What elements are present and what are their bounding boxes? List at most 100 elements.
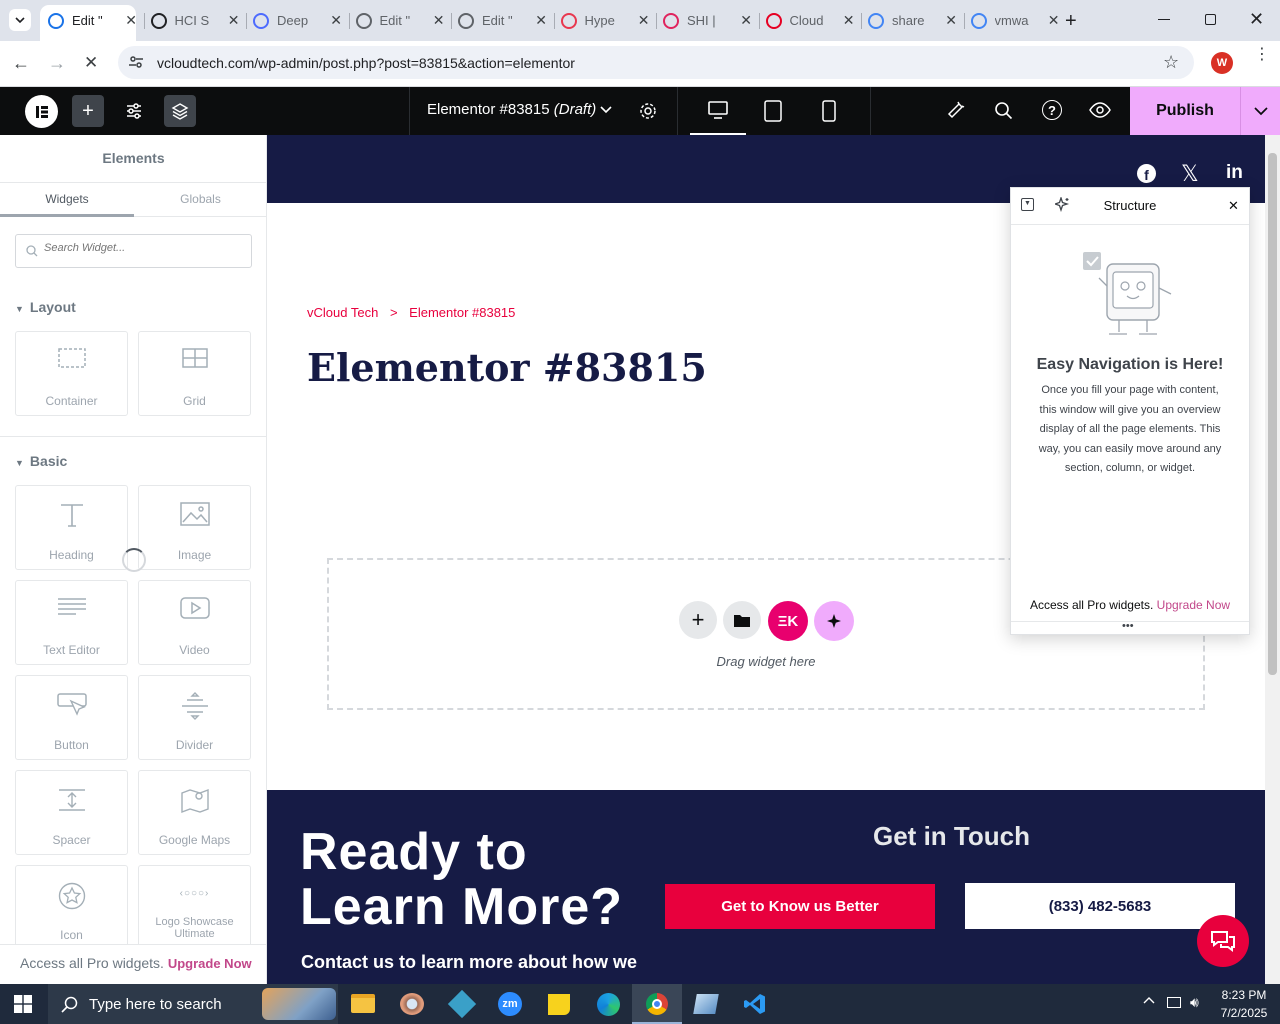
restore-button[interactable] — [1205, 14, 1216, 25]
tab-close-icon[interactable]: ✕ — [843, 12, 855, 29]
tab-close-icon[interactable]: ✕ — [535, 12, 547, 29]
widget-spacer[interactable]: Spacer — [15, 770, 128, 855]
profile-avatar[interactable]: W — [1211, 52, 1233, 74]
get-to-know-button[interactable]: Get to Know us Better — [665, 884, 935, 929]
widget-logo-showcase[interactable]: ‹○○○› Logo Showcase Ultimate — [138, 865, 251, 950]
start-button[interactable] — [14, 995, 32, 1013]
linkedin-icon[interactable]: in — [1226, 162, 1243, 184]
add-section-button[interactable]: + — [679, 601, 717, 639]
tab-globals[interactable]: Globals — [134, 192, 266, 206]
breadcrumb-home-link[interactable]: vCloud Tech — [307, 305, 378, 320]
x-twitter-icon[interactable]: 𝕏 — [1181, 161, 1199, 187]
resize-handle-icon[interactable]: ••• — [1122, 620, 1134, 632]
widget-google-maps[interactable]: Google Maps — [138, 770, 251, 855]
widget-icon[interactable]: Icon — [15, 865, 128, 950]
new-tab-button[interactable]: + — [1065, 10, 1077, 33]
browser-tab[interactable]: SHI | ✕ — [663, 8, 752, 33]
publish-button[interactable]: Publish — [1130, 87, 1240, 135]
browser-tab[interactable]: Hype ✕ — [560, 8, 650, 33]
upgrade-now-link[interactable]: Upgrade Now — [1157, 598, 1230, 612]
tab-widgets[interactable]: Widgets — [0, 192, 134, 206]
elementskit-button[interactable]: ΞK — [768, 601, 808, 641]
clock-date[interactable]: 7/2/2025 — [1214, 1006, 1274, 1020]
add-template-button[interactable] — [723, 601, 761, 639]
facebook-icon[interactable]: f — [1137, 164, 1156, 183]
search-widget-field[interactable] — [15, 234, 252, 268]
chat-widget-button[interactable] — [1197, 915, 1249, 967]
canvas-scrollbar[interactable] — [1265, 135, 1280, 984]
tab-close-icon[interactable]: ✕ — [125, 12, 137, 29]
url-text[interactable]: vcloudtech.com/wp-admin/post.php?post=83… — [157, 55, 575, 71]
zoom-icon[interactable]: zm — [498, 992, 522, 1016]
structure-button[interactable] — [164, 95, 196, 127]
phone-button[interactable]: (833) 482-5683 — [965, 883, 1235, 929]
close-icon[interactable]: ✕ — [1228, 198, 1239, 214]
browser-tab[interactable]: Cloud ✕ — [765, 8, 855, 33]
page-settings-gear-icon[interactable] — [638, 101, 658, 121]
upgrade-now-link[interactable]: Upgrade Now — [168, 956, 252, 971]
widget-button[interactable]: Button — [15, 675, 128, 760]
chrome-icon[interactable] — [646, 993, 668, 1015]
device-tablet-button[interactable] — [764, 100, 782, 122]
document-title[interactable]: Elementor #83815 (Draft) — [427, 101, 596, 118]
whats-new-icon[interactable] — [946, 100, 966, 120]
widget-container[interactable]: Container — [15, 331, 128, 416]
network-icon[interactable] — [1167, 997, 1181, 1008]
forward-icon[interactable]: → — [48, 53, 66, 74]
tab-close-icon[interactable]: ✕ — [330, 12, 342, 29]
tab-search-button[interactable] — [9, 9, 31, 31]
browser-tab[interactable]: Deep ✕ — [253, 8, 342, 33]
document-menu-chevron-icon[interactable] — [600, 105, 612, 115]
widget-image[interactable]: Image — [138, 485, 251, 570]
site-settings-button[interactable] — [118, 95, 150, 127]
page-title[interactable]: Elementor #83815 — [307, 345, 707, 390]
elementor-logo-button[interactable] — [25, 95, 58, 128]
tab-close-icon[interactable]: ✕ — [1048, 12, 1060, 29]
close-window-button[interactable]: ✕ — [1249, 9, 1264, 30]
site-info-icon[interactable] — [128, 54, 144, 70]
snipping-tool-icon[interactable] — [400, 993, 424, 1015]
browser-tab[interactable]: HCI S ✕ — [150, 8, 240, 33]
spacer-icon — [58, 789, 85, 811]
browser-tab[interactable]: share ✕ — [868, 8, 957, 33]
preview-eye-icon[interactable] — [1089, 101, 1111, 119]
remote-app-icon[interactable] — [693, 994, 719, 1014]
widget-video[interactable]: Video — [138, 580, 251, 665]
widget-text-editor[interactable]: Text Editor — [15, 580, 128, 665]
tab-close-icon[interactable]: ✕ — [740, 12, 752, 29]
search-icon[interactable] — [994, 101, 1013, 120]
device-mobile-button[interactable] — [822, 100, 836, 122]
basic-section-header[interactable]: ▼ Basic — [15, 453, 67, 469]
tab-close-icon[interactable]: ✕ — [433, 12, 445, 29]
browser-tab[interactable]: Edit " ✕ — [458, 8, 547, 33]
scrollbar-thumb[interactable] — [1268, 153, 1277, 675]
sticky-notes-icon[interactable] — [548, 994, 570, 1015]
volume-icon[interactable]: 🔊︎ — [1190, 994, 1199, 1011]
widget-heading[interactable]: Heading — [15, 485, 128, 570]
search-widget-input[interactable] — [44, 242, 244, 254]
browser-tab[interactable]: Edit " ✕ — [355, 8, 445, 33]
ai-button[interactable] — [814, 601, 854, 641]
vscode-icon[interactable] — [744, 993, 766, 1015]
tray-chevron-up-icon[interactable] — [1143, 996, 1155, 1004]
bookmark-star-icon[interactable]: ☆ — [1163, 52, 1179, 73]
back-icon[interactable]: ← — [12, 53, 30, 74]
publish-options-button[interactable] — [1240, 87, 1280, 135]
add-element-button[interactable]: + — [72, 95, 104, 127]
browser-tab[interactable]: vmwa ✕ — [970, 8, 1060, 33]
widget-grid[interactable]: Grid — [138, 331, 251, 416]
minimize-button[interactable] — [1158, 19, 1170, 20]
tab-close-icon[interactable]: ✕ — [638, 12, 650, 29]
browser-menu-icon[interactable]: ⋮ — [1254, 47, 1270, 63]
tab-close-icon[interactable]: ✕ — [228, 12, 240, 29]
stop-loading-icon[interactable]: ✕ — [84, 53, 98, 73]
layout-section-header[interactable]: ▼ Layout — [15, 299, 76, 315]
edge-icon[interactable] — [597, 993, 620, 1016]
widget-divider[interactable]: Divider — [138, 675, 251, 760]
tab-close-icon[interactable]: ✕ — [945, 12, 957, 29]
device-desktop-button[interactable] — [690, 87, 746, 135]
file-explorer-icon[interactable] — [351, 994, 375, 1013]
help-icon[interactable]: ? — [1042, 100, 1062, 120]
clock-time[interactable]: 8:23 PM — [1214, 988, 1274, 1002]
browser-tab[interactable]: Edit " ✕ — [48, 8, 137, 33]
